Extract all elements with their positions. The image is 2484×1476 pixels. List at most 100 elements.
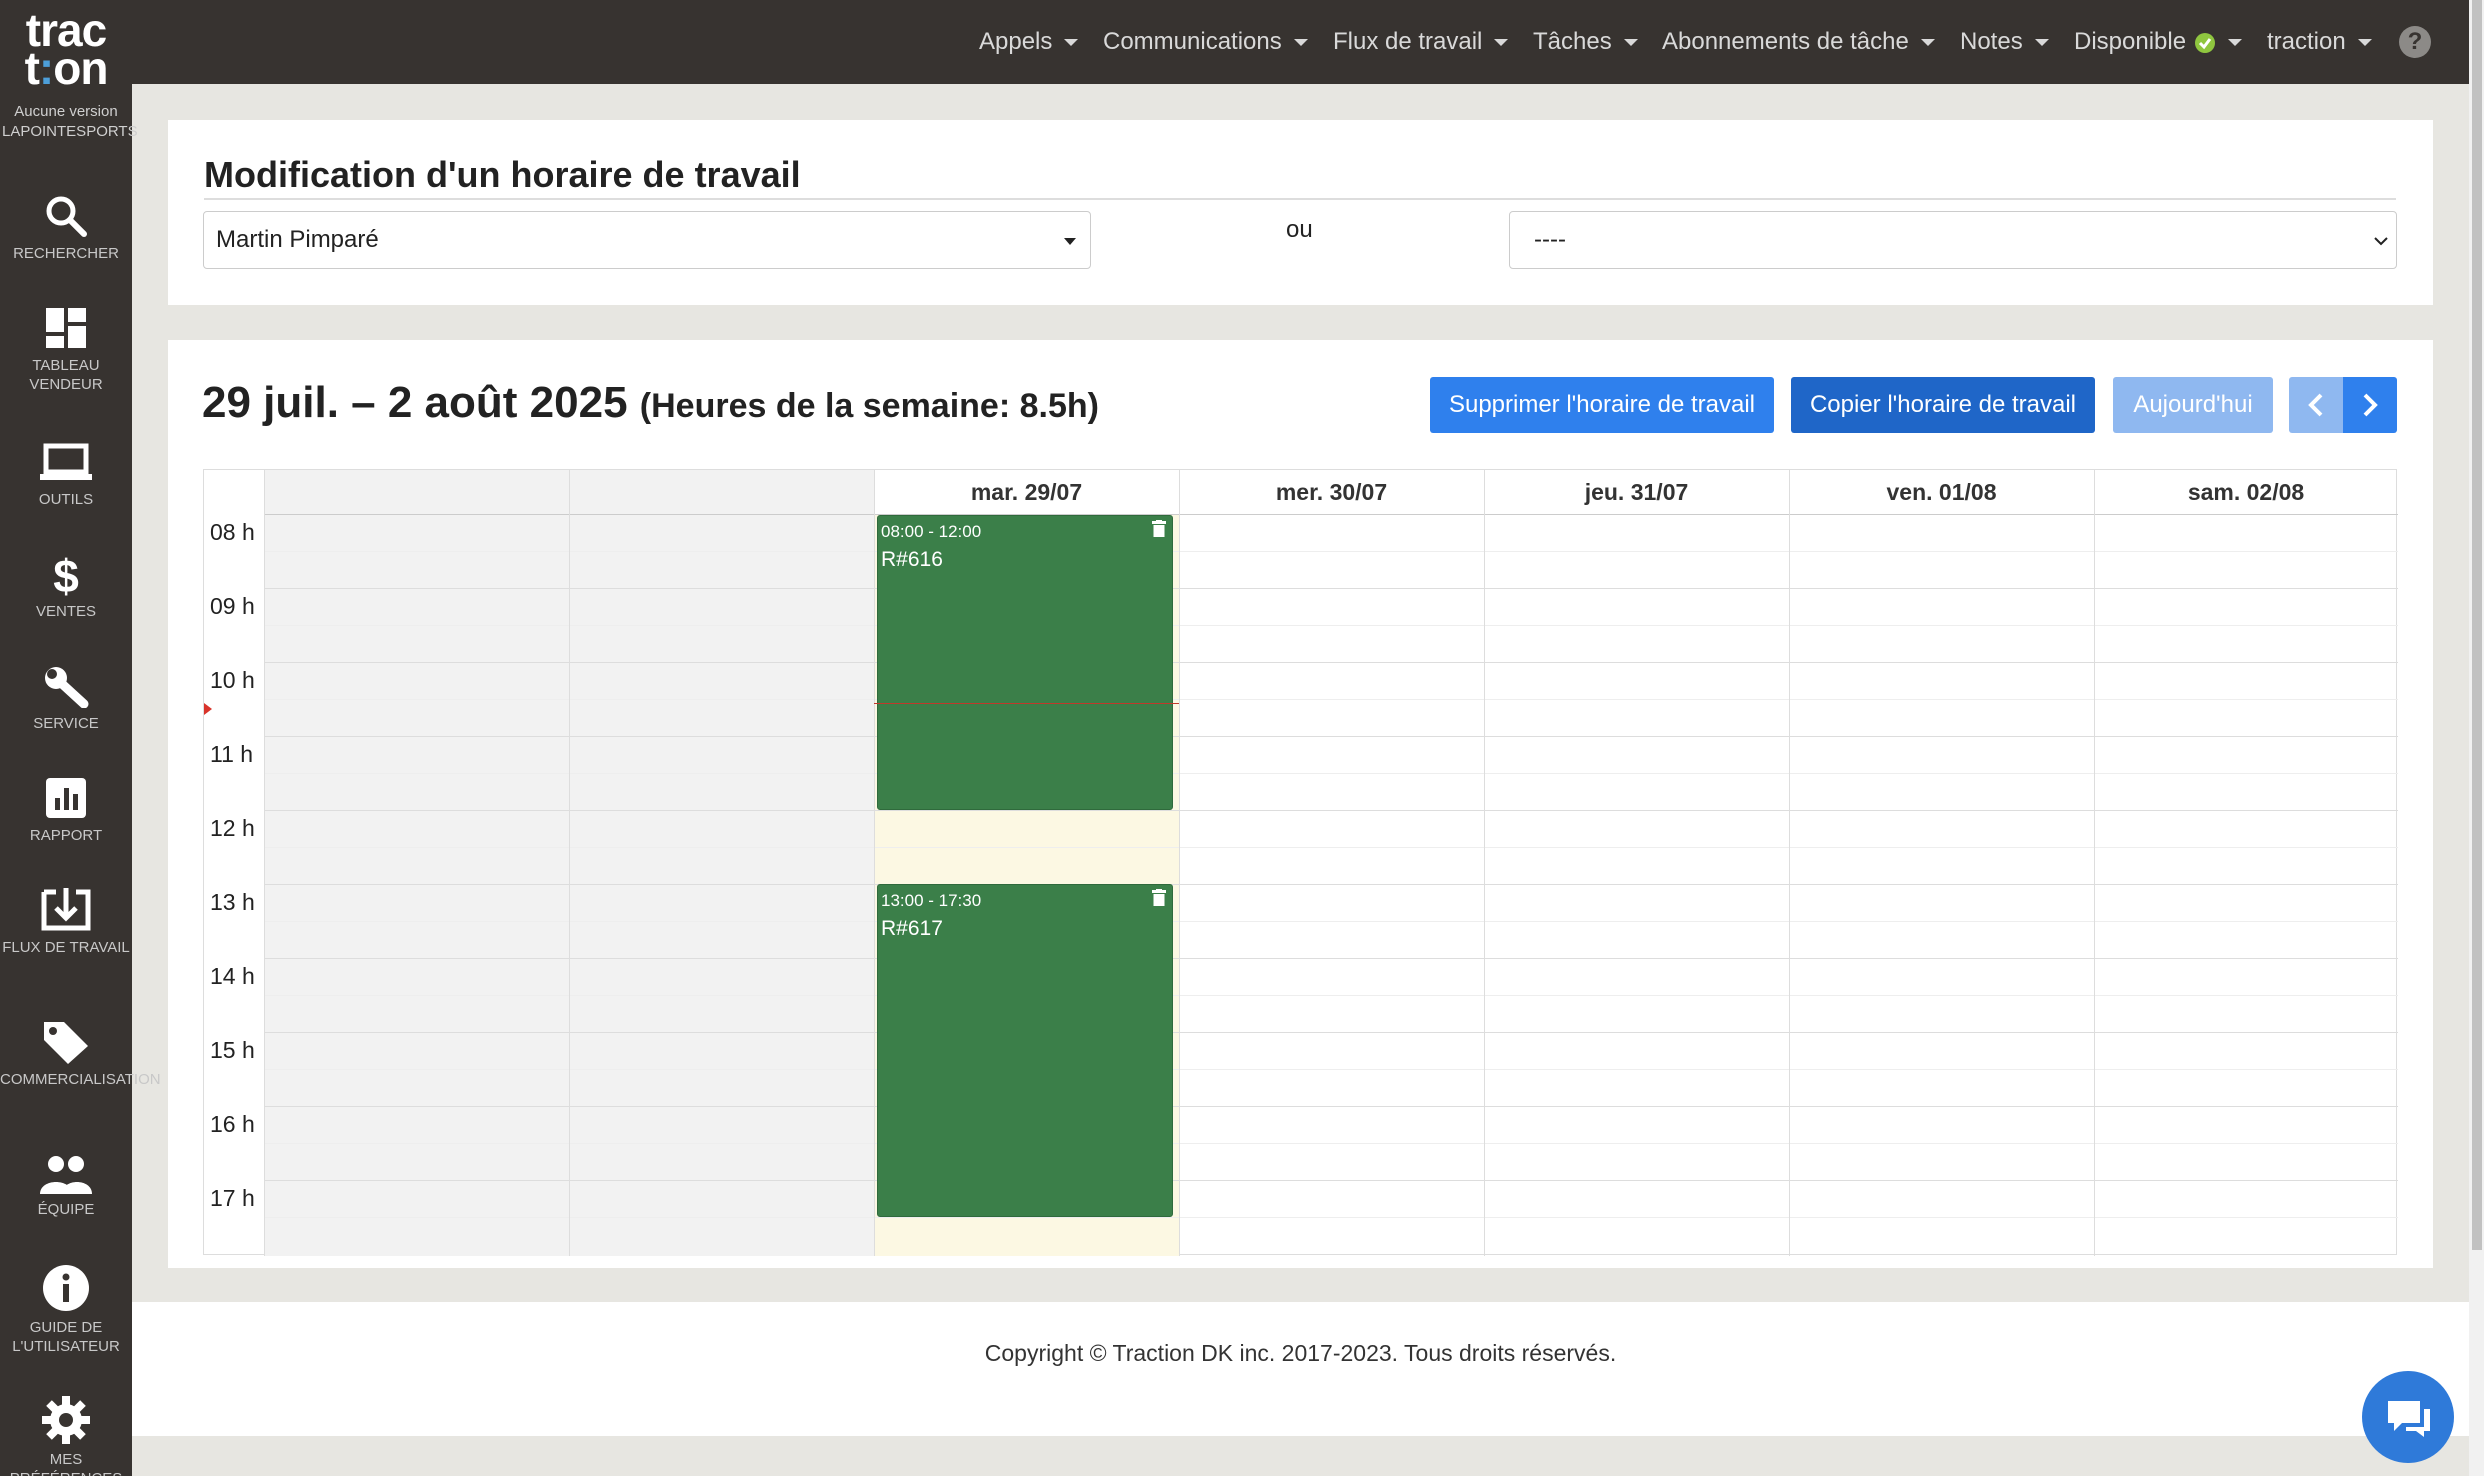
sidebar-item-workflow[interactable]: FLUX DE TRAVAIL <box>0 888 132 957</box>
employee-select[interactable]: Martin Pimparé <box>203 211 1091 269</box>
grid-line <box>264 1032 2398 1033</box>
chevron-left-icon <box>2308 393 2323 417</box>
hour-label: 13 h <box>210 889 255 915</box>
trash-icon[interactable] <box>1152 889 1166 906</box>
chat-button[interactable] <box>2362 1371 2454 1463</box>
sidebar-item-label: FLUX DE TRAVAIL <box>2 939 130 956</box>
sidebar-item-dashboard[interactable]: TABLEAU VENDEUR <box>0 306 132 394</box>
hour-label: 14 h <box>210 963 255 989</box>
footer: Copyright © Traction DK inc. 2017-2023. … <box>132 1302 2469 1436</box>
page-title: Modification d'un horaire de travail <box>204 154 801 195</box>
grid-line <box>264 1180 2398 1181</box>
sidebar-item-service[interactable]: SERVICE <box>0 664 132 733</box>
logo-part-b: on <box>53 42 108 94</box>
caret-down-icon <box>2228 39 2243 47</box>
copyright-text: Copyright © Traction DK inc. 2017-2023. … <box>984 1340 1617 1366</box>
info-icon <box>43 1265 89 1311</box>
week-hours: (Heures de la semaine: 8.5h) <box>639 387 1099 425</box>
caret-down-icon <box>1293 39 1308 47</box>
nav-label: Tâches <box>1533 28 1612 55</box>
sidebar-item-label: TABLEAU VENDEUR <box>29 357 103 393</box>
tag-icon <box>44 1022 88 1064</box>
dashboard-icon <box>46 308 86 348</box>
nav-taches[interactable]: Tâches <box>1533 26 1638 58</box>
grid-line <box>264 662 2398 663</box>
svg-text:$: $ <box>53 552 79 596</box>
nav-flux-de-travail[interactable]: Flux de travail <box>1333 26 1509 58</box>
sidebar-item-guide[interactable]: GUIDE DE L'UTILISATEUR <box>0 1264 132 1356</box>
grid-line <box>264 958 2398 959</box>
caret-down-icon <box>2357 39 2372 47</box>
week-range-title: 29 juil. – 2 août 2025 (Heures de la sem… <box>202 378 1099 428</box>
title-divider <box>204 198 2396 200</box>
hour-label: 10 h <box>210 667 255 693</box>
grid-line <box>264 736 2398 737</box>
delete-schedule-button[interactable]: Supprimer l'horaire de travail <box>1430 377 1774 433</box>
chevron-right-icon <box>2363 393 2378 417</box>
prev-week-button[interactable] <box>2289 377 2343 433</box>
caret-down-icon <box>1623 39 1638 47</box>
sidebar-item-team[interactable]: ÉQUIPE <box>0 1154 132 1219</box>
employee-select-value: Martin Pimparé <box>216 226 379 253</box>
column-divider <box>1484 470 1485 1256</box>
nav-user[interactable]: traction <box>2267 26 2372 58</box>
grid-line <box>264 847 2398 848</box>
hour-label: 08 h <box>210 519 255 545</box>
nav-label: Abonnements de tâche <box>1662 28 1909 55</box>
column-header-friday[interactable]: ven. 01/08 <box>1789 470 2094 514</box>
nav-communications[interactable]: Communications <box>1103 26 1308 58</box>
grid-line <box>264 625 2398 626</box>
sidebar-item-report[interactable]: RAPPORT <box>0 776 132 845</box>
grid-line <box>264 699 2398 700</box>
today-button[interactable]: Aujourd'hui <box>2113 377 2273 433</box>
nav-notes[interactable]: Notes <box>1960 26 2049 58</box>
event-time: 08:00 - 12:00 <box>881 522 982 541</box>
sidebar-item-label: GUIDE DE L'UTILISATEUR <box>12 1319 120 1355</box>
column-header-tuesday[interactable]: mar. 29/07 <box>874 470 1179 514</box>
grid-line <box>264 810 2398 811</box>
hour-label: 09 h <box>210 593 255 619</box>
schedule-event[interactable]: 08:00 - 12:00 R#616 <box>877 515 1173 810</box>
download-icon <box>41 888 91 931</box>
sidebar-item-search[interactable]: RECHERCHER <box>0 194 132 263</box>
scrollbar-thumb[interactable] <box>2472 0 2482 1250</box>
sidebar-item-label: ÉQUIPE <box>37 1201 95 1218</box>
next-week-button[interactable] <box>2343 377 2397 433</box>
nav-status[interactable]: Disponible <box>2074 26 2243 58</box>
column-divider <box>874 470 875 1256</box>
column-header-saturday[interactable]: sam. 02/08 <box>2094 470 2398 514</box>
schedule-event[interactable]: 13:00 - 17:30 R#617 <box>877 884 1173 1217</box>
nav-abonnements[interactable]: Abonnements de tâche <box>1662 26 1935 58</box>
column-divider <box>264 470 265 1256</box>
column-divider <box>1789 470 1790 1256</box>
grid-line <box>264 1106 2398 1107</box>
column-divider <box>2094 470 2095 1256</box>
sidebar-item-tools[interactable]: OUTILS <box>0 440 132 509</box>
event-time: 13:00 - 17:30 <box>881 891 982 910</box>
traction-logo[interactable]: trac t:on Aucune version LAPOINTESPORTS <box>0 0 138 160</box>
top-navbar: Appels Communications Flux de travail Tâ… <box>132 0 2469 84</box>
schedule-select[interactable]: ---- <box>1509 211 2397 269</box>
sidebar-item-label: RAPPORT <box>29 827 103 844</box>
caret-down-icon <box>2034 39 2049 47</box>
wrench-icon <box>45 667 89 708</box>
grid-line <box>264 1069 2398 1070</box>
laptop-icon <box>40 443 92 480</box>
sidebar-item-marketing[interactable]: COMMERCIALISATION <box>0 1020 161 1089</box>
grid-line <box>264 1143 2398 1144</box>
week-calendar: mar. 29/07 mer. 30/07 jeu. 31/07 ven. 01… <box>203 469 2398 1256</box>
help-icon[interactable]: ? <box>2399 26 2431 58</box>
caret-down-icon <box>1064 39 1079 47</box>
trash-icon[interactable] <box>1152 520 1166 537</box>
sidebar-item-label: RECHERCHER <box>13 245 119 262</box>
sidebar-item-preferences[interactable]: MES PRÉFÉRENCES <box>0 1396 132 1476</box>
now-indicator-line <box>874 703 1179 704</box>
copy-schedule-button[interactable]: Copier l'horaire de travail <box>1791 377 2095 433</box>
gear-icon <box>42 1396 90 1444</box>
nav-label: Communications <box>1103 28 1282 55</box>
column-header-thursday[interactable]: jeu. 31/07 <box>1484 470 1789 514</box>
column-header-wednesday[interactable]: mer. 30/07 <box>1179 470 1484 514</box>
sidebar-item-sales[interactable]: $ VENTES <box>0 552 132 621</box>
nav-appels[interactable]: Appels <box>979 26 1079 58</box>
sidebar-item-label: SERVICE <box>33 715 99 732</box>
